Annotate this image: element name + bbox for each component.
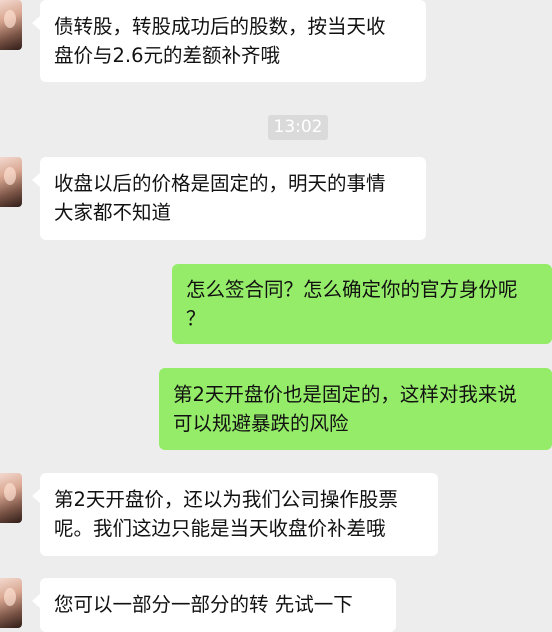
timestamp-label: 13:02 — [268, 115, 328, 140]
incoming-message-bubble[interactable]: 收盘以后的价格是固定的，明天的事情 大家都不知道 — [32, 157, 426, 240]
incoming-message-bubble[interactable]: 债转股，转股成功后的股数，按当天收 盘价与2.6元的差额补齐哦 — [32, 0, 426, 82]
message-text-line: 第2天开盘价，还以为我们公司操作股票 — [54, 488, 398, 511]
message-text-line: 大家都不知道 — [54, 201, 172, 224]
message-text-line: 第2天开盘价也是固定的，这样对我来说 — [173, 383, 517, 406]
incoming-message-bubble[interactable]: 您可以一部分一部分的转 先试一下 — [32, 578, 396, 632]
message-text-line: 可以规避暴跌的风险 — [173, 412, 349, 435]
message-text-line: 您可以一部分一部分的转 先试一下 — [54, 593, 353, 616]
message-text-line: 盘价与2.6元的差额补齐哦 — [54, 44, 281, 67]
message-text-line: ？ — [186, 307, 206, 330]
contact-avatar[interactable] — [0, 578, 22, 628]
chat-message-list[interactable]: 债转股，转股成功后的股数，按当天收 盘价与2.6元的差额补齐哦 13:02 收盘… — [0, 0, 552, 632]
message-text-line: 债转股，转股成功后的股数，按当天收 — [54, 15, 386, 38]
contact-avatar[interactable] — [0, 0, 22, 50]
outgoing-message-bubble[interactable]: 第2天开盘价也是固定的，这样对我来说 可以规避暴跌的风险 — [159, 368, 552, 450]
contact-avatar[interactable] — [0, 157, 22, 207]
contact-avatar[interactable] — [0, 473, 22, 523]
incoming-message-bubble[interactable]: 第2天开盘价，还以为我们公司操作股票 呢。我们这边只能是当天收盘价补差哦 — [32, 473, 438, 556]
message-text-line: 收盘以后的价格是固定的，明天的事情 — [54, 172, 386, 195]
message-text-line: 呢。我们这边只能是当天收盘价补差哦 — [54, 517, 386, 540]
outgoing-message-bubble[interactable]: 怎么签合同？怎么确定你的官方身份呢 ？ — [172, 264, 552, 344]
message-text-line: 怎么签合同？怎么确定你的官方身份呢 — [186, 278, 518, 301]
